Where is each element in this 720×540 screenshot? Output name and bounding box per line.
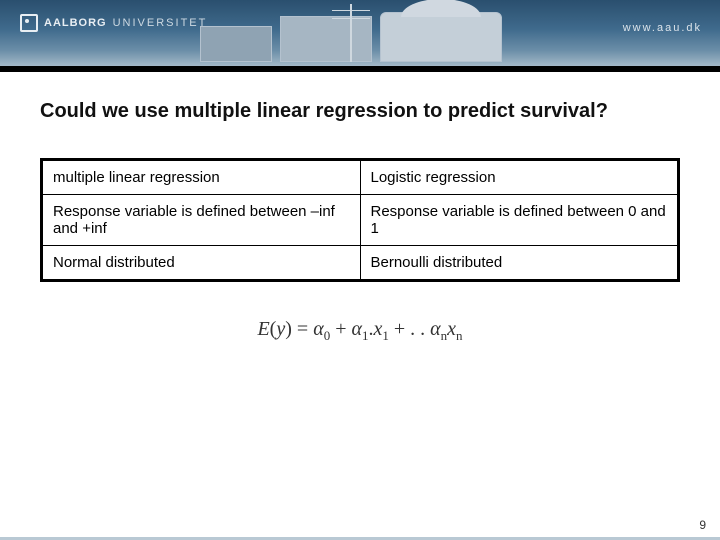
cell-right: Bernoulli distributed (360, 246, 679, 281)
comparison-table: multiple linear regression Logistic regr… (40, 158, 680, 282)
logo-text-light: UNIVERSITET (113, 17, 208, 29)
regression-formula: E(y) = α0 + α1.x1 + . . αnxn (0, 318, 720, 344)
header-banner: AALBORG UNIVERSITET www.aau.dk (0, 0, 720, 72)
slide-title: Could we use multiple linear regression … (40, 100, 608, 123)
table-row: multiple linear regression Logistic regr… (42, 160, 679, 195)
banner-illustration (200, 8, 520, 62)
logo-mark-icon (20, 14, 38, 32)
cell-left: Normal distributed (42, 246, 361, 281)
table-row: Response variable is defined between –in… (42, 195, 679, 246)
cell-left: multiple linear regression (42, 160, 361, 195)
cell-left: Response variable is defined between –in… (42, 195, 361, 246)
university-logo: AALBORG UNIVERSITET (20, 14, 207, 32)
header-url: www.aau.dk (623, 22, 702, 34)
slide: AALBORG UNIVERSITET www.aau.dk Could we … (0, 0, 720, 540)
page-number: 9 (699, 518, 706, 532)
logo-text-bold: AALBORG (44, 17, 107, 29)
cell-right: Response variable is defined between 0 a… (360, 195, 679, 246)
cell-right: Logistic regression (360, 160, 679, 195)
table-row: Normal distributed Bernoulli distributed (42, 246, 679, 281)
